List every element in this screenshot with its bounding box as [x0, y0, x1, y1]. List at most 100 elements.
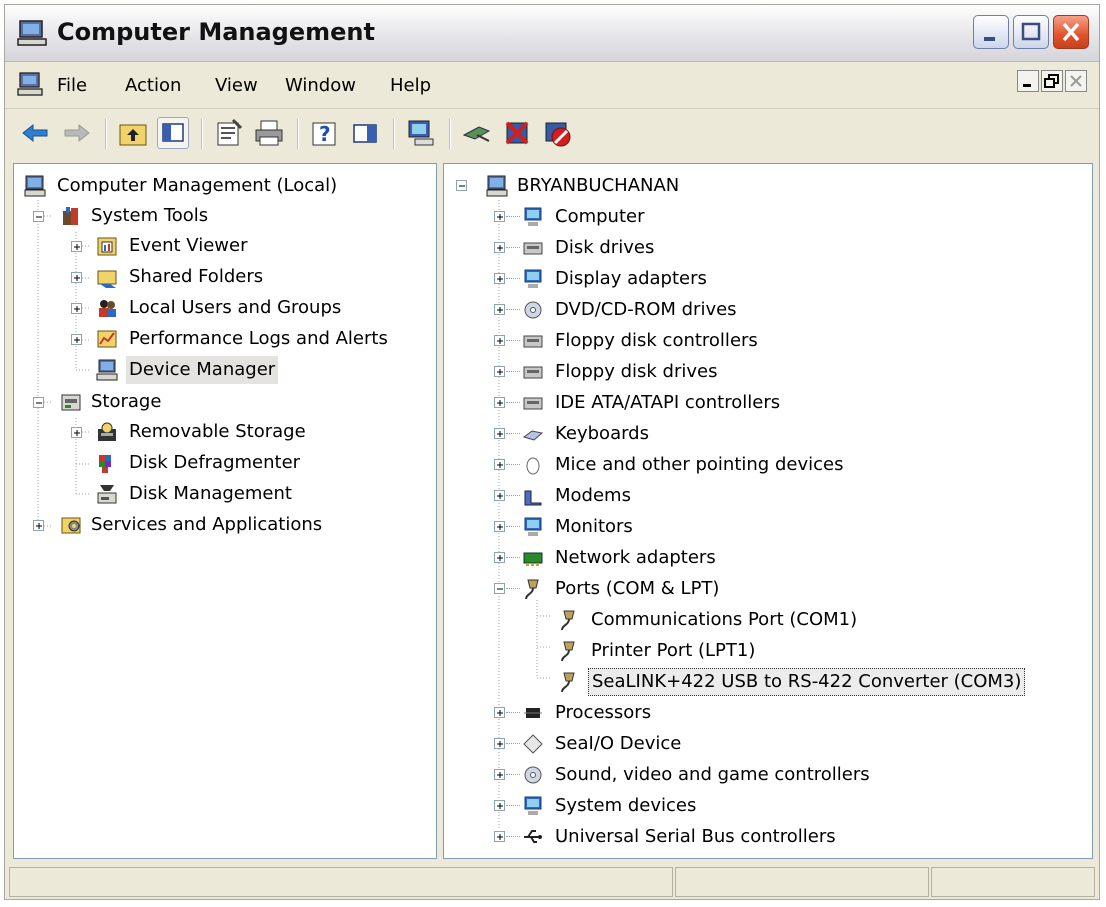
tree-node-label: Universal Serial Bus controllers [555, 826, 836, 847]
expand-toggle[interactable] [71, 241, 82, 252]
close-icon [1062, 22, 1080, 42]
performance-icon [97, 330, 117, 348]
tree-connector [506, 371, 520, 372]
maximize-button[interactable] [1013, 15, 1049, 49]
mouse-icon [526, 457, 540, 475]
child-close-button[interactable] [1065, 70, 1087, 92]
disable-icon[interactable] [541, 117, 573, 149]
tree-node-label: Modems [555, 485, 631, 506]
tree-node-label: Computer Management (Local) [57, 175, 338, 196]
tree-node-label: Storage [91, 391, 162, 412]
expand-toggle[interactable] [494, 552, 505, 563]
console-tree-pane[interactable]: Computer Management (Local) System Tools… [13, 163, 437, 859]
device-list-pane[interactable]: BRYANBUCHANAN Computer Disk drives Display… [443, 163, 1093, 859]
computer-management-icon [17, 20, 47, 46]
tree-node-label: Computer [555, 206, 645, 227]
menu-file[interactable]: File [57, 75, 87, 96]
minimize-button[interactable] [973, 15, 1009, 49]
toolbar-separator [393, 119, 395, 149]
tree-node-label: Display adapters [555, 268, 707, 289]
properties-icon[interactable] [213, 117, 245, 149]
uninstall-icon[interactable] [501, 117, 533, 149]
expand-toggle[interactable] [494, 459, 505, 470]
computer-management-window: Computer Management File Action View Win… [4, 4, 1100, 900]
expand-toggle[interactable] [71, 427, 82, 438]
menu-window[interactable]: Window [285, 75, 356, 96]
expand-toggle[interactable] [494, 304, 505, 315]
expand-toggle[interactable] [494, 738, 505, 749]
tree-node-label: Processors [555, 702, 652, 723]
expand-toggle[interactable] [494, 428, 505, 439]
show-hide-action-pane-icon[interactable] [349, 117, 381, 149]
expand-toggle[interactable] [71, 272, 82, 283]
tree-node-label: Disk Management [129, 483, 292, 504]
tree-node-label: Floppy disk drives [555, 361, 718, 382]
help-icon[interactable]: ? [309, 117, 341, 149]
expand-toggle[interactable] [494, 707, 505, 718]
expand-toggle[interactable] [494, 769, 505, 780]
status-cell-main [9, 867, 673, 897]
tree-node-label: IDE ATA/ATAPI controllers [555, 392, 781, 413]
print-icon[interactable] [253, 117, 285, 149]
port-icon [561, 610, 575, 631]
tree-node-label: Disk Defragmenter [129, 452, 301, 473]
sound-icon [524, 766, 542, 784]
tree-connector [506, 557, 520, 558]
expand-toggle[interactable] [494, 242, 505, 253]
tree-connector [506, 216, 520, 217]
collapse-toggle[interactable] [456, 180, 467, 191]
system-devices-icon [524, 796, 542, 815]
child-minimize-button[interactable] [1017, 70, 1039, 92]
expand-toggle[interactable] [494, 366, 505, 377]
collapse-toggle[interactable] [33, 397, 44, 408]
toolbar-separator [297, 119, 299, 149]
tree-connector [506, 247, 520, 248]
ide-controller-icon [523, 397, 543, 410]
show-hide-console-tree-button[interactable] [157, 117, 189, 149]
tree-connector [506, 805, 520, 806]
menu-help[interactable]: Help [390, 75, 431, 96]
toolbar-separator [449, 119, 451, 149]
tree-node-label: SeaLINK+422 USB to RS-422 Converter (COM… [588, 668, 1026, 696]
tree-node-label: Printer Port (LPT1) [591, 640, 756, 661]
keyboard-icon [522, 430, 544, 441]
tree-node-label: Mice and other pointing devices [555, 454, 844, 475]
tree-node-label: Removable Storage [129, 421, 306, 442]
expand-toggle[interactable] [71, 334, 82, 345]
modem-icon [524, 490, 542, 506]
tree-connector [506, 464, 520, 465]
expand-toggle[interactable] [494, 521, 505, 532]
tree-node-label: SeaI/O Device [555, 733, 682, 754]
expand-toggle[interactable] [494, 211, 505, 222]
floppy-drive-icon [523, 366, 543, 379]
back-icon[interactable] [19, 117, 51, 149]
computer-menu-icon[interactable] [17, 72, 43, 96]
expand-toggle[interactable] [494, 831, 505, 842]
child-restore-button[interactable] [1041, 70, 1063, 92]
tree-connector [506, 743, 520, 744]
toolbar: ? [5, 109, 1099, 161]
menu-view[interactable]: View [215, 75, 258, 96]
expand-toggle[interactable] [71, 303, 82, 314]
forward-icon[interactable] [61, 117, 93, 149]
expand-toggle[interactable] [33, 520, 44, 531]
expand-toggle[interactable] [494, 397, 505, 408]
scan-hardware-icon[interactable] [405, 117, 437, 149]
storage-icon [61, 394, 81, 411]
menu-action[interactable]: Action [125, 75, 181, 96]
expand-toggle[interactable] [494, 335, 505, 346]
collapse-toggle[interactable] [494, 583, 505, 594]
restore-icon [1044, 74, 1059, 88]
tree-node-label: Sound, video and game controllers [555, 764, 870, 785]
title-bar[interactable]: Computer Management [5, 5, 1099, 62]
up-one-level-icon[interactable] [117, 117, 149, 149]
tree-node-label: Event Viewer [129, 235, 248, 256]
expand-toggle[interactable] [494, 490, 505, 501]
update-driver-icon[interactable] [461, 117, 493, 149]
collapse-toggle[interactable] [33, 211, 44, 222]
expand-toggle[interactable] [494, 800, 505, 811]
expand-toggle[interactable] [494, 273, 505, 284]
close-button[interactable] [1053, 15, 1089, 49]
tree-node-label: Performance Logs and Alerts [129, 328, 388, 349]
tree-node-label: Communications Port (COM1) [591, 609, 858, 630]
